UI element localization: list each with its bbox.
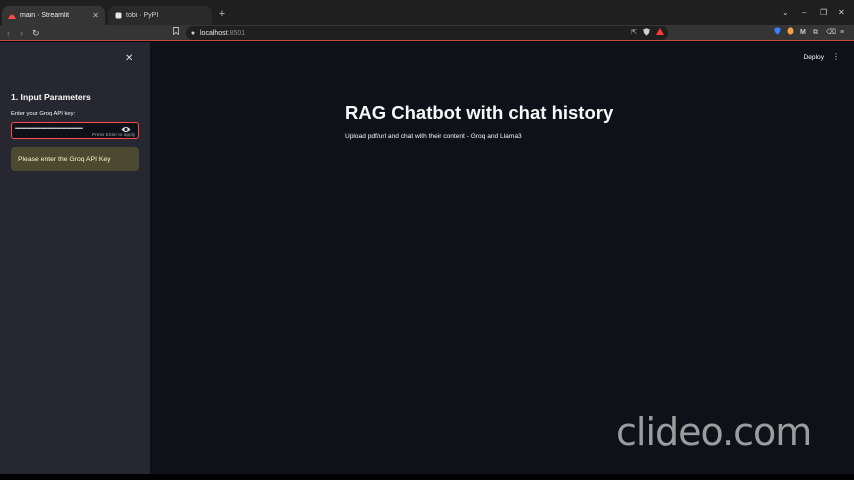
browser-menu-icon[interactable]: ≡: [840, 27, 844, 39]
page-title: RAG Chatbot with chat history: [345, 102, 614, 123]
input-hint: Press Enter to apply: [92, 133, 136, 138]
restore-button[interactable]: ❐: [820, 8, 827, 18]
brave-shield-icon[interactable]: [643, 28, 650, 38]
api-key-masked-value: ••••••••••••••••••••••••••••••••••••••••…: [15, 126, 83, 132]
address-bar[interactable]: ● localhost :8501 ⇱: [186, 26, 668, 40]
browser-toolbar: ‹ › ↻ ● localhost :8501 ⇱ M ⧉ ⌫ ≡: [0, 25, 854, 41]
back-icon[interactable]: ‹: [7, 27, 10, 39]
main-content: Deploy ⋮ RAG Chatbot with chat history U…: [150, 42, 854, 474]
extension-m-icon[interactable]: M: [800, 27, 806, 39]
url-port: :8501: [227, 29, 246, 37]
pypi-favicon-icon: [114, 12, 122, 20]
extension-shield-icon[interactable]: [774, 27, 781, 40]
streamlit-favicon-icon: [8, 12, 16, 20]
new-tab-button[interactable]: +: [216, 8, 228, 20]
browser-tab-label: tobi · PyPI: [126, 12, 159, 19]
clideo-watermark: clideo.com: [616, 410, 812, 454]
bookmark-icon[interactable]: [173, 27, 179, 39]
browser-tab-bar: main · Streamlit ✕ tobi · PyPI + ⌄ – ❐ ✕: [0, 0, 854, 25]
history-icon[interactable]: ⌫: [826, 27, 836, 39]
url-host: localhost: [200, 29, 228, 37]
tab-search-icon[interactable]: ⌄: [782, 8, 789, 18]
main-menu-icon[interactable]: ⋮: [832, 53, 840, 61]
api-key-input[interactable]: ••••••••••••••••••••••••••••••••••••••••…: [11, 122, 139, 139]
browser-tab-label: main · Streamlit: [20, 12, 70, 19]
extension-orange-icon[interactable]: [787, 27, 794, 40]
api-key-label: Enter your Groq API key:: [11, 111, 76, 117]
brave-rewards-icon[interactable]: [656, 28, 664, 38]
extensions-puzzle-icon[interactable]: ⧉: [813, 27, 818, 39]
deploy-button[interactable]: Deploy: [803, 54, 824, 61]
forward-icon[interactable]: ›: [20, 27, 23, 39]
reload-icon[interactable]: ↻: [32, 27, 40, 39]
close-window-button[interactable]: ✕: [838, 8, 845, 18]
browser-tab-pypi[interactable]: tobi · PyPI: [108, 6, 212, 25]
sidebar-section-title: 1. Input Parameters: [11, 92, 91, 102]
page-subtitle: Upload pdf/url and chat with their conte…: [345, 133, 522, 140]
browser-tab-streamlit[interactable]: main · Streamlit ✕: [2, 6, 105, 25]
site-info-icon[interactable]: ●: [186, 30, 200, 37]
close-sidebar-icon[interactable]: ✕: [125, 53, 133, 64]
share-icon[interactable]: ⇱: [631, 28, 637, 38]
warning-alert: Please enter the Groq API Key: [11, 147, 139, 171]
omnibox-actions: ⇱: [631, 28, 664, 38]
sidebar: ✕ 1. Input Parameters Enter your Groq AP…: [0, 42, 150, 474]
minimize-button[interactable]: –: [802, 8, 806, 18]
tab-close-icon[interactable]: ✕: [92, 11, 99, 20]
